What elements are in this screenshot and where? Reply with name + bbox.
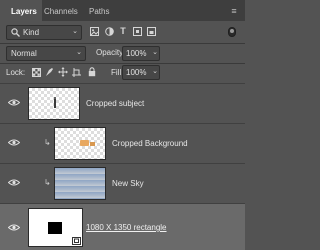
visibility-eye-icon[interactable]: [7, 224, 21, 231]
chevron-down-icon: ⌄: [72, 28, 78, 35]
layer-thumbnail: [28, 87, 80, 120]
opacity-value: 100%: [126, 49, 147, 58]
layers-panel: Layers Channels Paths ≡ Kind ⌄ T Normal …: [0, 0, 245, 250]
search-icon: [10, 28, 20, 39]
panel-menu-icon[interactable]: ≡: [229, 6, 239, 16]
layer-row-cropped-background[interactable]: ↳ Cropped Background: [0, 123, 245, 162]
layer-name[interactable]: Cropped subject: [86, 99, 144, 108]
filter-kind-label: Kind: [23, 28, 40, 37]
chevron-down-icon: ⌄: [152, 68, 158, 75]
fill-input[interactable]: 100% ⌄: [122, 65, 160, 80]
lock-label: Lock:: [6, 68, 26, 77]
filter-kind-select[interactable]: Kind ⌄: [6, 25, 82, 40]
filter-toggle[interactable]: [228, 27, 236, 37]
clipping-mask-arrow-icon: ↳: [44, 178, 51, 187]
layer-row-new-sky[interactable]: ↳ New Sky: [0, 163, 245, 202]
lock-position-icon[interactable]: [57, 67, 68, 79]
tab-channels[interactable]: Channels: [44, 0, 84, 21]
lock-image-pixels-icon[interactable]: [44, 67, 54, 79]
tab-paths[interactable]: Paths: [89, 0, 115, 21]
layer-row-cropped-subject[interactable]: Cropped subject: [0, 83, 245, 122]
shape-layer-badge-icon: [72, 237, 81, 245]
opacity-input[interactable]: 100% ⌄: [122, 46, 160, 61]
filter-type-icon[interactable]: T: [118, 26, 128, 36]
lock-artboard-icon[interactable]: [71, 68, 81, 79]
filter-smart-object-icon[interactable]: [146, 27, 156, 38]
chevron-down-icon: ⌄: [76, 49, 82, 56]
filter-pixel-icon[interactable]: [89, 27, 99, 38]
layer-name[interactable]: Cropped Background: [112, 139, 188, 148]
chevron-down-icon: ⌄: [152, 49, 158, 56]
visibility-eye-icon[interactable]: [7, 99, 21, 106]
layer-name[interactable]: 1080 X 1350 rectangle: [86, 223, 167, 232]
visibility-eye-icon[interactable]: [7, 139, 21, 146]
tab-layers[interactable]: Layers: [0, 0, 42, 21]
filter-shape-icon[interactable]: [132, 27, 142, 38]
filter-adjustment-icon[interactable]: [104, 27, 114, 38]
blend-mode-select[interactable]: Normal ⌄: [6, 46, 86, 61]
lock-row: Lock: Fill: 100% ⌄: [0, 63, 245, 82]
layer-row-rectangle[interactable]: 1080 X 1350 rectangle: [0, 203, 245, 250]
layer-thumbnail: [54, 127, 106, 160]
layer-name[interactable]: New Sky: [112, 179, 144, 188]
clipping-mask-arrow-icon: ↳: [44, 138, 51, 147]
lock-transparent-pixels-icon[interactable]: [31, 68, 41, 79]
visibility-eye-icon[interactable]: [7, 179, 21, 186]
opacity-label: Opacity:: [96, 48, 126, 57]
lock-all-icon[interactable]: [87, 67, 96, 79]
fill-value: 100%: [126, 68, 147, 77]
filter-row: Kind ⌄ T: [0, 21, 245, 43]
blend-row: Normal ⌄ Opacity: 100% ⌄: [0, 43, 245, 63]
panel-tab-bar: Layers Channels Paths ≡: [0, 0, 245, 21]
blend-mode-value: Normal: [11, 49, 37, 58]
layer-thumbnail: [54, 167, 106, 200]
layer-thumbnail: [28, 208, 83, 247]
